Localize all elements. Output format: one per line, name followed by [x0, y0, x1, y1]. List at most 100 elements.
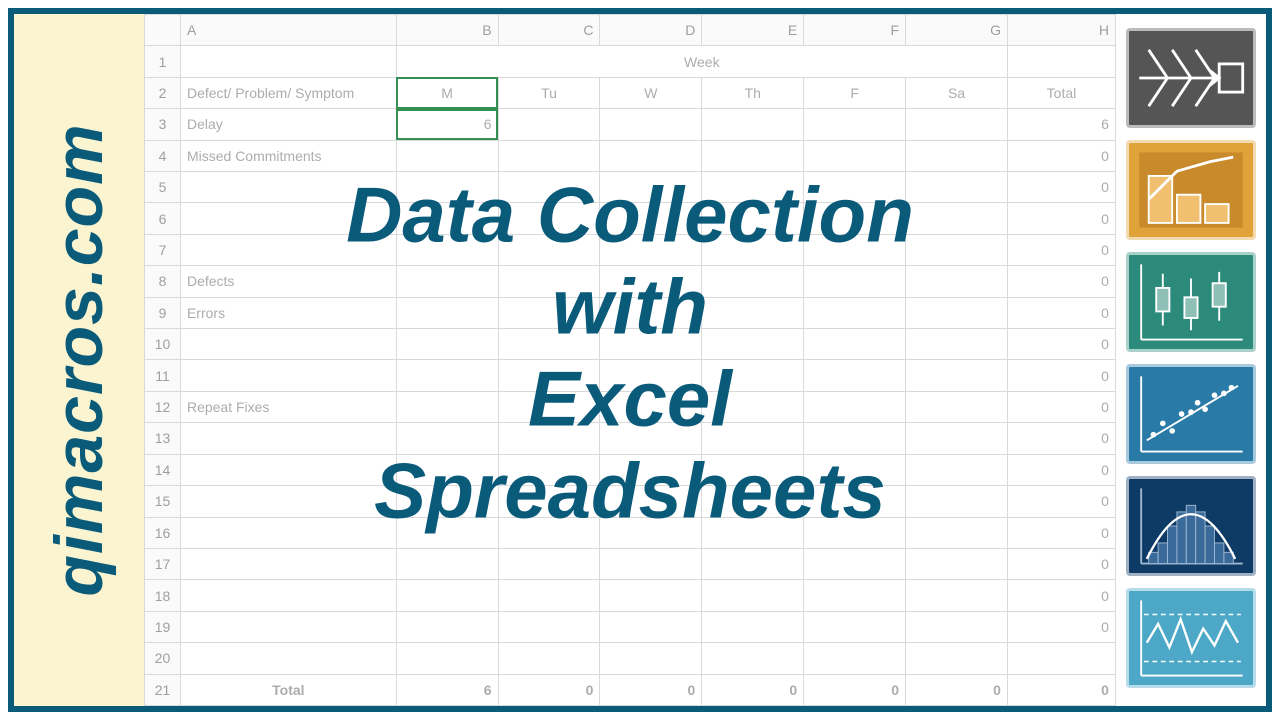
cell-a[interactable]: Errors	[180, 297, 396, 328]
row-header[interactable]: 9	[145, 297, 181, 328]
cell-f[interactable]	[804, 391, 906, 422]
cell-g[interactable]	[906, 140, 1008, 171]
cell-c[interactable]	[498, 643, 600, 674]
cell-c[interactable]	[498, 329, 600, 360]
row-header[interactable]: 19	[145, 611, 181, 642]
cell-d[interactable]	[600, 517, 702, 548]
cell-g[interactable]	[906, 391, 1008, 422]
cell-h[interactable]: 0	[1007, 360, 1115, 391]
cell-g[interactable]	[906, 611, 1008, 642]
cell-c[interactable]	[498, 517, 600, 548]
cell-g[interactable]	[906, 172, 1008, 203]
cell-a[interactable]	[180, 548, 396, 579]
cell-b[interactable]	[396, 329, 498, 360]
corner-cell[interactable]	[145, 15, 181, 46]
cell-b[interactable]	[396, 391, 498, 422]
cell-e[interactable]	[702, 266, 804, 297]
cell-a[interactable]	[180, 580, 396, 611]
cell-d[interactable]	[600, 580, 702, 611]
total-label[interactable]: Total	[180, 674, 396, 705]
cell-g[interactable]	[906, 234, 1008, 265]
cell-e[interactable]	[702, 329, 804, 360]
cell-c[interactable]	[498, 109, 600, 140]
cell-e[interactable]	[702, 580, 804, 611]
row-header[interactable]: 7	[145, 234, 181, 265]
cell-g[interactable]	[906, 580, 1008, 611]
cell-b[interactable]	[396, 297, 498, 328]
cell-a[interactable]: Defects	[180, 266, 396, 297]
cell-f[interactable]	[804, 203, 906, 234]
cell-c[interactable]	[498, 611, 600, 642]
header-Th[interactable]: Th	[702, 77, 804, 108]
row-header[interactable]: 8	[145, 266, 181, 297]
cell-d[interactable]	[600, 360, 702, 391]
cell-h[interactable]: 0	[1007, 203, 1115, 234]
cell-g[interactable]	[906, 329, 1008, 360]
cell-f[interactable]	[804, 517, 906, 548]
row-header[interactable]: 3	[145, 109, 181, 140]
cell-f[interactable]	[804, 454, 906, 485]
cell-h[interactable]: 0	[1007, 454, 1115, 485]
row-header[interactable]: 1	[145, 46, 181, 77]
week-header-cell[interactable]: Week	[396, 46, 1007, 77]
header-W[interactable]: W	[600, 77, 702, 108]
cell-b[interactable]	[396, 360, 498, 391]
cell-d[interactable]	[600, 611, 702, 642]
cell-b[interactable]	[396, 140, 498, 171]
cell-b[interactable]	[396, 203, 498, 234]
cell-h[interactable]: 0	[1007, 140, 1115, 171]
cell-a[interactable]: Missed Commitments	[180, 140, 396, 171]
cell-g[interactable]	[906, 486, 1008, 517]
cell-d[interactable]	[600, 548, 702, 579]
cell-g[interactable]	[906, 517, 1008, 548]
header-Total[interactable]: Total	[1007, 77, 1115, 108]
cell-h[interactable]: 0	[1007, 423, 1115, 454]
col-header-G[interactable]: G	[906, 15, 1008, 46]
cell-d[interactable]	[600, 109, 702, 140]
cell-e[interactable]	[702, 454, 804, 485]
cell-g[interactable]	[906, 454, 1008, 485]
cell-f[interactable]	[804, 234, 906, 265]
cell-c[interactable]	[498, 548, 600, 579]
col-header-F[interactable]: F	[804, 15, 906, 46]
cell-c[interactable]	[498, 203, 600, 234]
cell-c[interactable]	[498, 297, 600, 328]
cell-d[interactable]	[600, 454, 702, 485]
header-Sa[interactable]: Sa	[906, 77, 1008, 108]
cell-e[interactable]	[702, 140, 804, 171]
cell-h[interactable]: 0	[1007, 486, 1115, 517]
row-header[interactable]: 14	[145, 454, 181, 485]
cell-a[interactable]: Delay	[180, 109, 396, 140]
cell-f[interactable]	[804, 329, 906, 360]
cell[interactable]	[180, 46, 396, 77]
row-header[interactable]: 11	[145, 360, 181, 391]
cell-e[interactable]	[702, 486, 804, 517]
cell-c[interactable]	[498, 454, 600, 485]
total-grand[interactable]: 0	[1007, 674, 1115, 705]
col-header-C[interactable]: C	[498, 15, 600, 46]
cell-f[interactable]	[804, 643, 906, 674]
cell-c[interactable]	[498, 391, 600, 422]
cell-a[interactable]	[180, 517, 396, 548]
cell-h[interactable]: 6	[1007, 109, 1115, 140]
row-header[interactable]: 12	[145, 391, 181, 422]
total-Sa[interactable]: 0	[906, 674, 1008, 705]
cell-h[interactable]: 0	[1007, 297, 1115, 328]
row-header[interactable]: 6	[145, 203, 181, 234]
cell-a[interactable]	[180, 454, 396, 485]
cell-f[interactable]	[804, 297, 906, 328]
row-header[interactable]: 5	[145, 172, 181, 203]
cell-a[interactable]	[180, 423, 396, 454]
total-F[interactable]: 0	[804, 674, 906, 705]
row-header[interactable]: 21	[145, 674, 181, 705]
cell-b[interactable]	[396, 234, 498, 265]
row-header[interactable]: 2	[145, 77, 181, 108]
cell-f[interactable]	[804, 140, 906, 171]
cell-e[interactable]	[702, 391, 804, 422]
cell-e[interactable]	[702, 297, 804, 328]
cell-d[interactable]	[600, 203, 702, 234]
row-header[interactable]: 10	[145, 329, 181, 360]
cell-g[interactable]	[906, 360, 1008, 391]
row-header[interactable]: 20	[145, 643, 181, 674]
cell-a[interactable]	[180, 203, 396, 234]
